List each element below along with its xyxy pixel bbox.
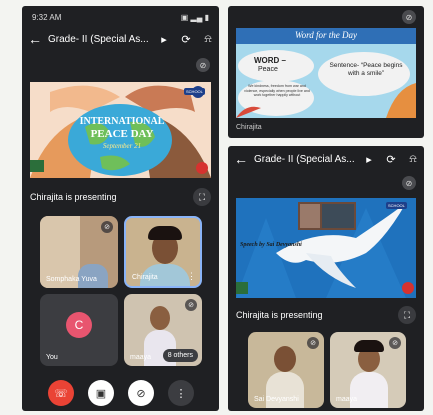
participant-tile-sai-devyanshi[interactable]: ⊘ Sai Devyanshi [248, 332, 324, 408]
presenting-bar: Chirajita is presenting ⛶ [22, 186, 219, 208]
status-bar: 9:32 AM ▣ ▂▄ ▮ [22, 6, 219, 28]
presenting-text: Chirajita is presenting [236, 310, 323, 320]
mic-off-icon: ⊘ [307, 337, 319, 349]
participant-name: maaya [336, 396, 358, 403]
participant-tile-maaya[interactable]: ⊘ maaya 8 others [124, 294, 202, 366]
meeting-title: Grade- II (Special As... [48, 33, 149, 45]
participant-name: Somphaka Yuva [46, 276, 97, 283]
word-meaning: We kindness, freedom from war and violen… [244, 84, 310, 97]
presenting-bar: Chirajita is presenting ⛶ [228, 304, 424, 326]
meeting-title: Grade- II (Special As... [254, 153, 355, 165]
meeting-app-bar: ← Grade- II (Special As... ▸ ⟳ ⍾ [228, 146, 424, 172]
participant-name: Sai Devyanshi [254, 396, 299, 403]
school-badge: SCHOOL [184, 88, 205, 95]
headphones-icon[interactable]: ⍾ [402, 153, 424, 166]
peace-dove-artwork [236, 198, 416, 298]
slide-caption: Speech by Sai Devyanshi [240, 242, 302, 248]
word-for-day-slide: Word for the Day WORD – Peace We kindnes… [236, 28, 416, 118]
back-arrow-icon[interactable]: ← [22, 31, 48, 47]
presentation-mute-icon: ⊘ [402, 10, 416, 24]
word-value: Peace [258, 66, 278, 73]
more-options-button[interactable]: ⋮ [168, 380, 194, 406]
mic-off-icon: ⊘ [389, 337, 401, 349]
mic-off-icon: ⊘ [101, 221, 113, 233]
headphones-icon[interactable]: ⍾ [197, 33, 219, 46]
slide-subheading: PEACE DAY [90, 128, 154, 140]
status-time: 9:32 AM [32, 12, 62, 22]
switch-camera-icon[interactable]: ⟳ [175, 33, 197, 46]
participant-tile-somphaka[interactable]: ⊘ Somphaka Yuva [40, 216, 118, 288]
presenting-text: Chirajita is presenting [30, 192, 117, 202]
avatar: C [66, 312, 92, 338]
more-options-icon[interactable]: ⋮ [187, 271, 196, 282]
participant-name: maaya [130, 354, 152, 361]
status-icons: ▣ ▂▄ ▮ [180, 12, 209, 22]
school-badge: SCHOOL [386, 202, 407, 209]
speech-slide: Speech by Sai Devyanshi SCHOOL [236, 198, 416, 298]
mic-off-icon: ⊘ [185, 299, 197, 311]
presentation-mute-icon: ⊘ [196, 58, 210, 72]
slide-heading: INTERNATIONAL [79, 116, 165, 127]
caret-icon[interactable]: ▸ [358, 153, 380, 166]
sentence-text: Sentence- “Peace begins with a smile” [329, 62, 403, 77]
slide-date: September 21 [102, 142, 142, 150]
end-call-button[interactable]: ☏ [48, 380, 74, 406]
participant-name: Chirajita [132, 274, 158, 281]
presentation-mute-icon: ⊘ [402, 176, 416, 190]
right-top-screen: ⊘ Word for the Day WORD – Peace We kindn… [228, 6, 424, 138]
back-arrow-icon[interactable]: ← [228, 151, 254, 167]
switch-camera-icon[interactable]: ⟳ [380, 153, 402, 166]
meeting-app-bar: ← Grade- II (Special As... ▸ ⟳ ⍾ [22, 26, 219, 52]
participant-tile-maaya[interactable]: ⊘ maaya [330, 332, 406, 408]
fullscreen-icon[interactable]: ⛶ [193, 188, 211, 206]
others-count-badge[interactable]: 8 others [162, 349, 198, 362]
participant-tile-you[interactable]: C You [40, 294, 118, 366]
participant-name: You [46, 354, 58, 361]
caret-icon[interactable]: ▸ [153, 33, 175, 46]
mic-off-button[interactable]: ⊘ [128, 380, 154, 406]
camera-off-button[interactable]: ▣ [88, 380, 114, 406]
presenter-name: Chirajita [236, 124, 262, 131]
word-label: WORD – [254, 56, 286, 65]
peace-day-slide: INTERNATIONAL PEACE DAY September 21 SCH… [30, 82, 211, 178]
participant-tile-chirajita[interactable]: Chirajita ⋮ [124, 216, 202, 288]
left-phone-screen: 9:32 AM ▣ ▂▄ ▮ ← Grade- II (Special As..… [22, 6, 219, 411]
fullscreen-icon[interactable]: ⛶ [398, 306, 416, 324]
right-bottom-screen: ← Grade- II (Special As... ▸ ⟳ ⍾ ⊘ Speec… [228, 146, 424, 411]
slide-title: Word for the Day [294, 30, 358, 40]
